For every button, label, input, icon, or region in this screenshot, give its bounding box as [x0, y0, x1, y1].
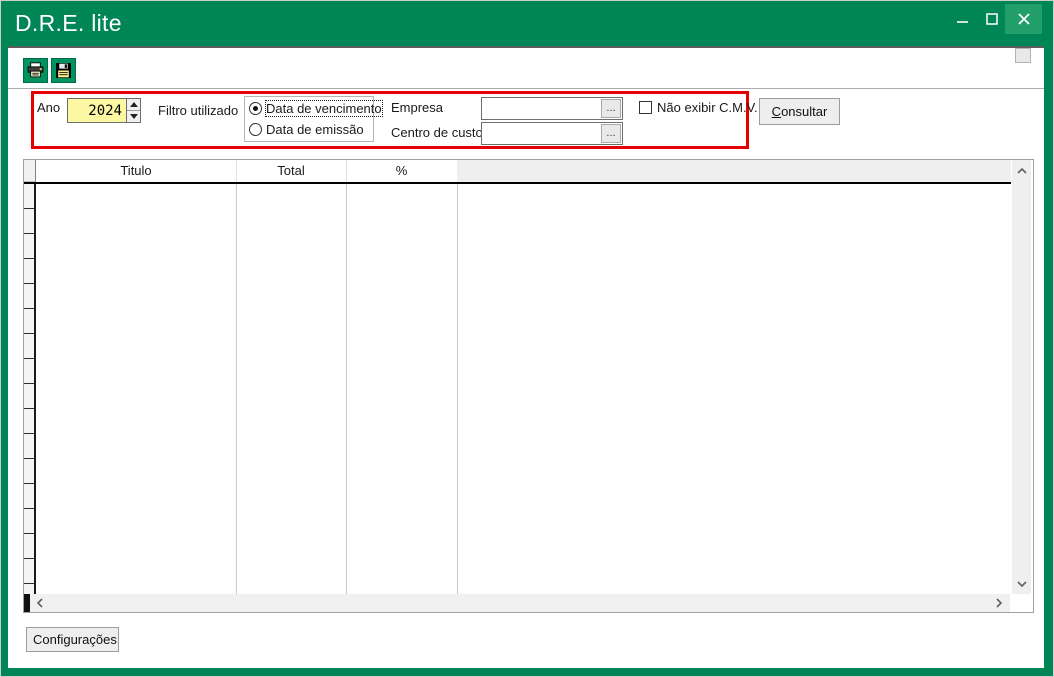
centro-custo-input[interactable] [482, 123, 600, 144]
checkbox-unchecked-icon[interactable] [639, 101, 652, 114]
ano-input[interactable] [68, 99, 126, 122]
horizontal-scrollbar[interactable] [24, 594, 1010, 612]
radio-emissao-label[interactable]: Data de emissão [266, 122, 364, 137]
scroll-left-button[interactable] [31, 594, 49, 612]
panel-grip [1015, 48, 1031, 63]
save-button[interactable] [51, 58, 76, 83]
results-grid: Titulo Total % [23, 159, 1034, 613]
column-header-total: Total [236, 160, 346, 182]
grid-row-indicator-column [24, 184, 36, 594]
grid-indicator-header [24, 160, 36, 182]
chevron-up-icon [1017, 168, 1027, 174]
centro-custo-label: Centro de custo [391, 125, 483, 141]
scroll-down-button[interactable] [1012, 575, 1031, 592]
radio-unselected-icon[interactable] [249, 123, 262, 136]
scrollbar-left-block [24, 594, 30, 612]
filtro-label: Filtro utilizado [158, 103, 238, 119]
radio-vencimento-label[interactable]: Data de vencimento [266, 101, 382, 116]
spinner-down-icon[interactable] [127, 111, 140, 122]
scroll-right-button[interactable] [990, 594, 1008, 612]
grid-header-row: Titulo Total % [24, 160, 1011, 184]
configuracoes-button[interactable]: Configurações [26, 627, 119, 652]
chevron-down-icon [1017, 581, 1027, 587]
column-separator [457, 184, 458, 594]
chevron-right-icon [996, 598, 1002, 608]
column-header-percent: % [346, 160, 457, 182]
chevron-left-icon [37, 598, 43, 608]
app-window: D.R.E. lite [0, 0, 1054, 677]
client-top-border [8, 46, 1044, 48]
spinner-up-icon[interactable] [127, 99, 140, 111]
vertical-scrollbar[interactable] [1012, 160, 1031, 594]
save-icon [55, 62, 72, 79]
empresa-label: Empresa [391, 100, 443, 116]
centro-custo-browse-button[interactable]: ... [601, 124, 621, 143]
ano-spinner [67, 98, 141, 123]
minimize-button[interactable] [947, 4, 977, 34]
consultar-button[interactable]: Consultar [759, 98, 840, 125]
radio-selected-icon[interactable] [249, 102, 262, 115]
close-icon [1018, 13, 1030, 25]
radio-data-emissao[interactable]: Data de emissão [249, 121, 364, 138]
titlebar: D.R.E. lite [1, 1, 1053, 46]
scroll-up-button[interactable] [1012, 162, 1031, 179]
empresa-input[interactable] [482, 98, 600, 119]
column-separator [236, 184, 237, 594]
print-icon [27, 62, 44, 79]
empresa-browse-button[interactable]: ... [601, 99, 621, 118]
filtro-radio-group: Data de vencimento Data de emissão [244, 96, 374, 142]
ano-spin-buttons [126, 99, 140, 122]
close-button[interactable] [1005, 4, 1042, 34]
empresa-field-wrap: ... [481, 97, 623, 120]
cmv-checkbox-label[interactable]: Não exibir C.M.V. [657, 100, 758, 115]
maximize-button[interactable] [977, 4, 1007, 34]
radio-data-vencimento[interactable]: Data de vencimento [249, 100, 382, 117]
print-button[interactable] [23, 58, 48, 83]
column-header-titulo: Titulo [36, 160, 236, 182]
nao-exibir-cmv-checkbox-row[interactable]: Não exibir C.M.V. [639, 100, 758, 115]
centro-custo-field-wrap: ... [481, 122, 623, 145]
header-filler-cell [457, 160, 1011, 182]
client-area: Ano Filtro utilizado Data de vencimento … [8, 46, 1044, 668]
maximize-icon [986, 13, 998, 25]
minimize-icon [957, 14, 968, 25]
column-separator [346, 184, 347, 594]
window-title: D.R.E. lite [15, 1, 122, 46]
ano-label: Ano [37, 100, 60, 116]
toolbar-separator [8, 88, 1044, 89]
